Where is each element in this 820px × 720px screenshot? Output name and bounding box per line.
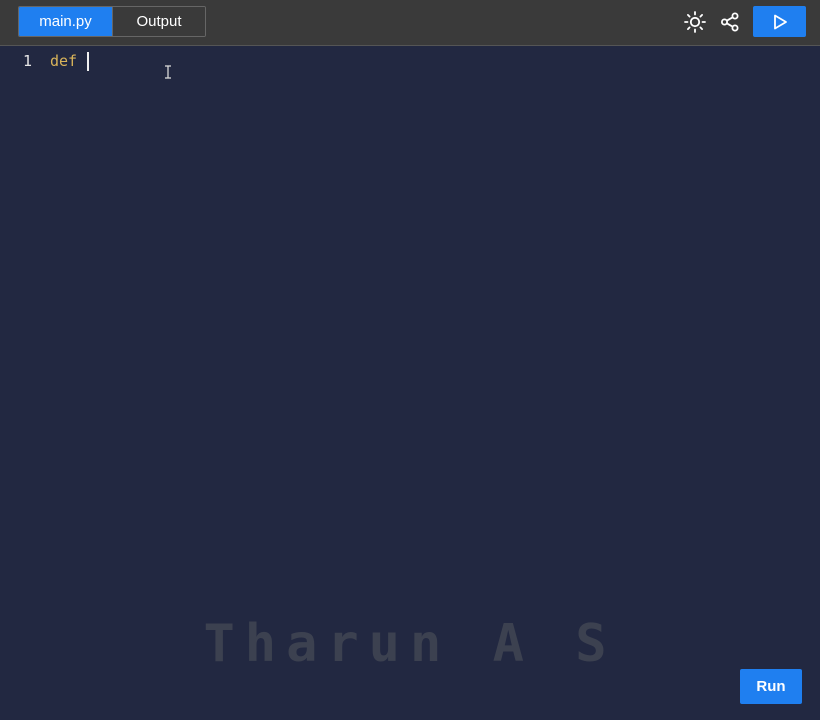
theme-toggle-button[interactable] — [682, 9, 708, 35]
run-button[interactable]: Run — [740, 669, 802, 704]
code-editor[interactable]: 1 def Tharun A S Run — [0, 47, 820, 720]
watermark-text: Tharun A S — [203, 614, 617, 674]
text-caret — [87, 51, 90, 71]
file-tabs: main.py Output — [18, 6, 206, 37]
line-number: 1 — [23, 52, 33, 70]
code-line[interactable]: 1 def — [0, 50, 820, 72]
top-toolbar: main.py Output — [0, 0, 820, 46]
tab-output[interactable]: Output — [112, 7, 205, 36]
run-play-button[interactable] — [753, 6, 806, 37]
share-button[interactable] — [717, 9, 743, 35]
tab-main-py[interactable]: main.py — [19, 7, 112, 36]
ibeam-cursor-icon — [165, 65, 171, 79]
share-icon — [721, 12, 739, 32]
code-editor-app: main.py Output 1 def Tharun A S Run — [0, 0, 820, 720]
code-keyword: def — [50, 52, 87, 70]
sun-icon — [684, 11, 706, 33]
play-icon — [773, 14, 787, 29]
